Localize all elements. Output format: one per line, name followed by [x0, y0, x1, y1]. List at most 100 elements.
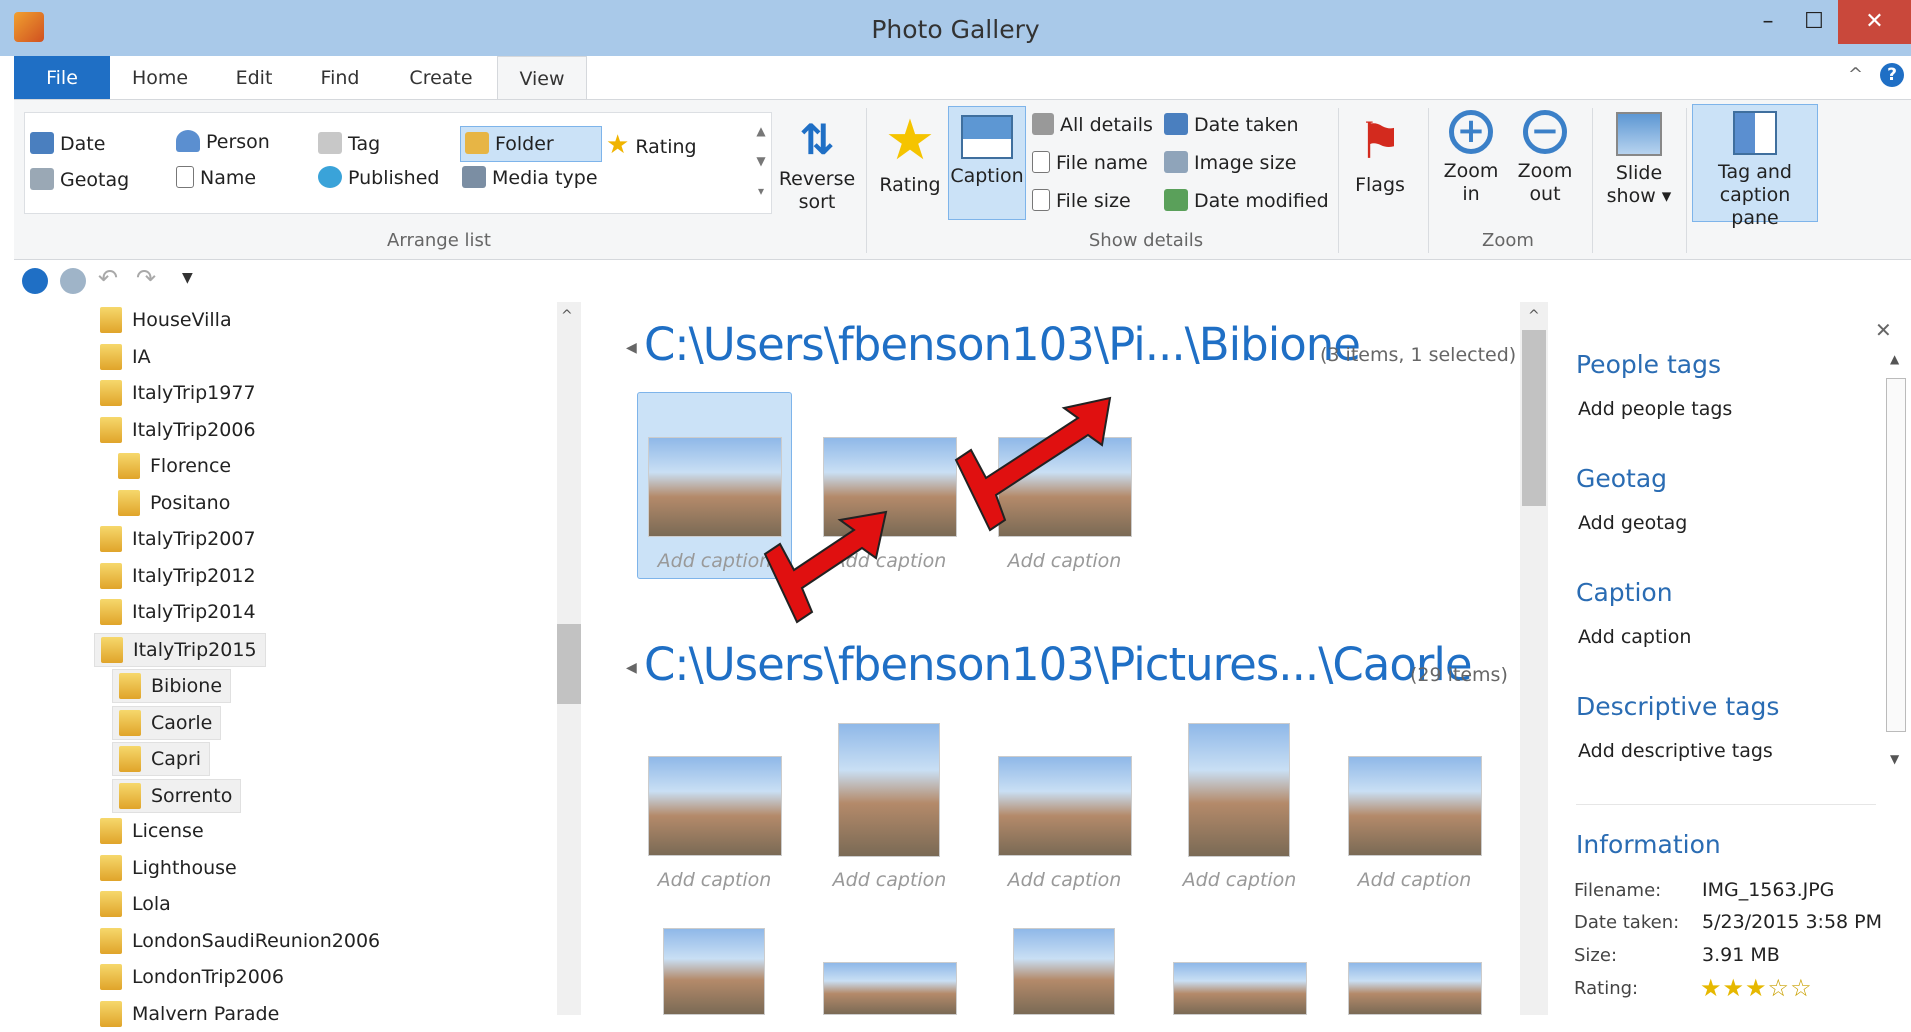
add-people-tags-link[interactable]: Add people tags: [1578, 398, 1732, 420]
person-icon: [176, 130, 200, 152]
photo-thumbnail[interactable]: [823, 962, 957, 1015]
arrange-media-type[interactable]: Media type: [462, 166, 598, 189]
customize-toolbar-icon[interactable]: ▼: [182, 270, 193, 286]
add-caption-field[interactable]: Add caption: [1578, 626, 1691, 648]
add-caption-link[interactable]: Add caption: [812, 869, 967, 891]
tree-item[interactable]: Bibione: [112, 669, 232, 703]
help-icon[interactable]: ?: [1880, 63, 1904, 87]
tree-item[interactable]: License: [94, 815, 212, 849]
arrange-date[interactable]: Date: [30, 132, 105, 155]
tree-item[interactable]: Florence: [112, 450, 239, 484]
arrange-tag[interactable]: Tag: [318, 132, 380, 155]
tab-home[interactable]: Home: [120, 56, 200, 100]
tree-item[interactable]: HouseVilla: [94, 304, 240, 338]
photo-thumbnail[interactable]: [1348, 756, 1482, 856]
slide-show-button[interactable]: Slide show ▾: [1598, 106, 1680, 208]
tree-item[interactable]: LondonTrip2006: [94, 961, 292, 995]
tree-item[interactable]: ItalyTrip2012: [94, 560, 264, 594]
rating-star-icon[interactable]: ★: [1745, 974, 1768, 1002]
scroll-up-icon[interactable]: ^: [561, 308, 573, 324]
add-caption-link[interactable]: Add caption: [987, 869, 1142, 891]
arrange-name[interactable]: Name: [176, 166, 256, 189]
rating-star-icon[interactable]: ☆: [1790, 974, 1813, 1002]
collapse-ribbon-icon[interactable]: ^: [1848, 64, 1863, 85]
collapse-group-icon[interactable]: ◀: [626, 340, 637, 356]
tab-file[interactable]: File: [14, 56, 110, 100]
scroll-up-icon[interactable]: ^: [1528, 308, 1540, 324]
gallery-scroll-thumb[interactable]: [1522, 330, 1546, 506]
close-button[interactable]: ✕: [1838, 0, 1911, 44]
scroll-up-icon[interactable]: ▲: [1890, 352, 1899, 366]
tree-item[interactable]: ItalyTrip2015: [94, 632, 266, 667]
rating-star-icon[interactable]: ☆: [1768, 974, 1791, 1002]
tab-create[interactable]: Create: [396, 56, 486, 100]
window-title: Photo Gallery: [871, 15, 1040, 44]
photo-thumbnail[interactable]: [998, 756, 1132, 856]
show-all-details[interactable]: All details: [1032, 113, 1153, 136]
tree-scroll-thumb[interactable]: [557, 624, 581, 704]
tab-view[interactable]: View: [497, 56, 587, 101]
tag-caption-pane-button[interactable]: Tag and caption pane: [1692, 104, 1818, 229]
photo-thumbnail[interactable]: [1173, 962, 1307, 1015]
scroll-down-icon[interactable]: ▼: [1890, 752, 1899, 766]
show-image-size[interactable]: Image size: [1164, 151, 1296, 174]
tree-item[interactable]: Sorrento: [112, 778, 242, 813]
show-date-taken[interactable]: Date taken: [1164, 113, 1299, 136]
photo-thumbnail[interactable]: [663, 928, 765, 1015]
tree-item[interactable]: Lighthouse: [94, 852, 245, 886]
tree-item[interactable]: ItalyTrip2007: [94, 523, 264, 557]
arrange-rating[interactable]: ★ Rating: [606, 130, 697, 160]
tab-edit[interactable]: Edit: [214, 56, 294, 100]
tree-item[interactable]: ItalyTrip2014: [94, 596, 264, 630]
undo-icon[interactable]: ↶: [98, 264, 118, 292]
add-geotag-link[interactable]: Add geotag: [1578, 512, 1687, 534]
add-descriptive-tags-link[interactable]: Add descriptive tags: [1578, 740, 1773, 762]
arrange-folder[interactable]: Folder: [460, 126, 602, 162]
tree-item[interactable]: Capri: [112, 742, 211, 776]
add-caption-link[interactable]: Add caption: [637, 869, 792, 891]
tree-scrollbar[interactable]: ^: [557, 302, 581, 1015]
tree-item-label: Bibione: [151, 675, 223, 697]
arrange-geotag[interactable]: Geotag: [30, 168, 129, 191]
pane-scrollbar[interactable]: ▲ ▼: [1884, 352, 1908, 772]
gallery-scrollbar[interactable]: ^: [1520, 302, 1548, 1015]
tree-item[interactable]: ItalyTrip2006: [94, 414, 264, 448]
tree-item[interactable]: Caorle: [112, 705, 222, 740]
tree-item-label: Malvern Parade: [132, 1002, 280, 1025]
photo-thumbnail[interactable]: [838, 723, 940, 857]
pane-scroll-thumb[interactable]: [1886, 378, 1906, 732]
tree-item[interactable]: Positano: [112, 487, 238, 521]
tree-item-label: ItalyTrip2015: [133, 638, 257, 661]
close-pane-button[interactable]: ✕: [1875, 318, 1892, 342]
tree-item[interactable]: LondonSaudiReunion2006: [94, 925, 388, 959]
tree-item[interactable]: ItalyTrip1977: [94, 377, 264, 411]
folder-icon: [100, 416, 122, 443]
redo-icon[interactable]: ↷: [136, 264, 156, 292]
arrange-person[interactable]: Person: [176, 130, 270, 153]
flags-button[interactable]: ⚑ Flags: [1344, 108, 1416, 197]
photo-thumbnail[interactable]: [648, 756, 782, 856]
rating-star-icon[interactable]: ★: [1723, 974, 1746, 1002]
globe-icon: [318, 166, 342, 188]
photo-thumbnail[interactable]: [1348, 962, 1482, 1015]
tree-item[interactable]: Lola: [94, 888, 179, 922]
photo-thumbnail[interactable]: [1188, 723, 1290, 857]
add-caption-link[interactable]: Add caption: [1162, 869, 1317, 891]
tab-find[interactable]: Find: [302, 56, 378, 100]
zoom-out-button[interactable]: − Zoom out: [1510, 106, 1580, 206]
collapse-group-icon[interactable]: ◀: [626, 660, 637, 676]
show-date-modified[interactable]: Date modified: [1164, 189, 1329, 212]
rating-stars[interactable]: ★★★☆☆: [1700, 974, 1813, 1002]
photo-thumbnail[interactable]: [1013, 928, 1115, 1015]
back-icon[interactable]: [22, 268, 48, 294]
tree-item[interactable]: IA: [94, 341, 159, 375]
star-icon: ★: [606, 130, 630, 160]
rating-star-icon[interactable]: ★: [1700, 974, 1723, 1002]
add-caption-link[interactable]: Add caption: [1337, 869, 1492, 891]
folder-icon: [100, 562, 122, 589]
calendar-icon: [1164, 113, 1188, 135]
forward-icon[interactable]: [60, 268, 86, 294]
maximize-button[interactable]: ☐: [1786, 0, 1842, 44]
zoom-in-button[interactable]: + Zoom in: [1436, 106, 1506, 206]
arrange-published[interactable]: Published: [318, 166, 439, 189]
